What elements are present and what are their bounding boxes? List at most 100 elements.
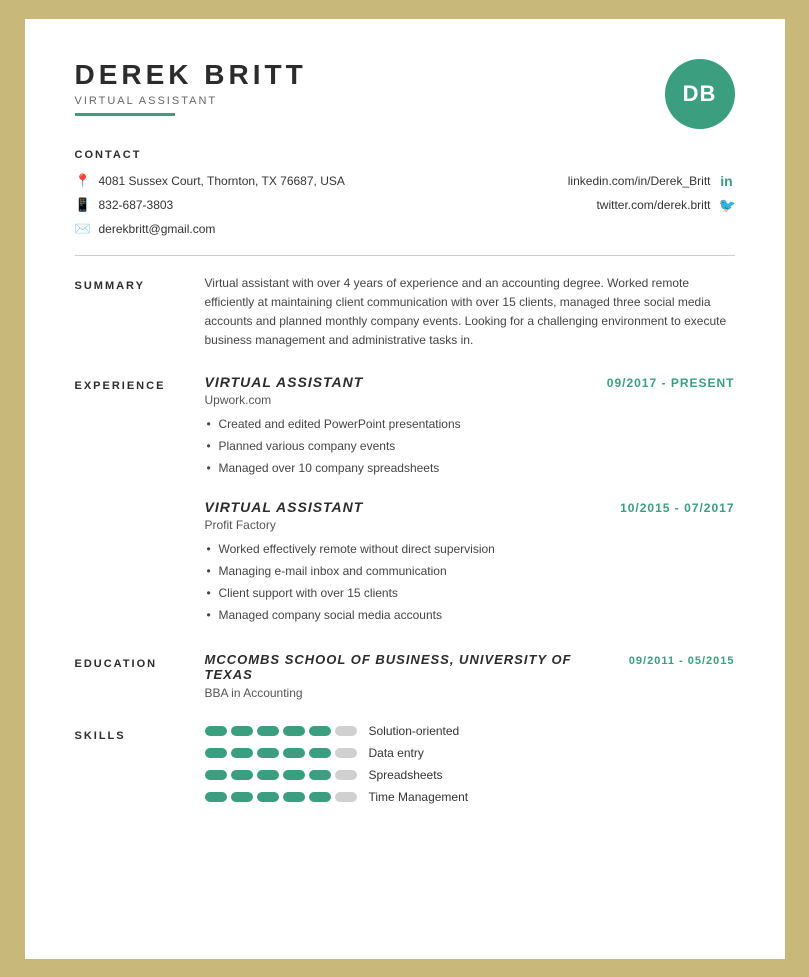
skill-dots-4 bbox=[205, 792, 357, 802]
job-title-1: VIRTUAL ASSISTANT bbox=[205, 374, 364, 390]
resume-header: DEREK BRITT VIRTUAL ASSISTANT DB bbox=[75, 59, 735, 129]
job-block-1: VIRTUAL ASSISTANT 09/2017 - PRESENT Upwo… bbox=[205, 374, 735, 477]
summary-row: SUMMARY Virtual assistant with over 4 ye… bbox=[75, 274, 735, 351]
dot-2-6 bbox=[335, 748, 357, 758]
education-content: MCCOMBS SCHOOL OF BUSINESS, UNIVERSITY O… bbox=[205, 652, 735, 700]
experience-content: VIRTUAL ASSISTANT 09/2017 - PRESENT Upwo… bbox=[205, 374, 735, 628]
bullet-2-2: Managing e-mail inbox and communication bbox=[205, 562, 735, 580]
skill-name-4: Time Management bbox=[369, 790, 469, 804]
dot-3-1 bbox=[205, 770, 227, 780]
job-header-1: VIRTUAL ASSISTANT 09/2017 - PRESENT bbox=[205, 374, 735, 390]
skill-name-3: Spreadsheets bbox=[369, 768, 443, 782]
twitter-text: twitter.com/derek.britt bbox=[596, 198, 710, 212]
job-company-2: Profit Factory bbox=[205, 518, 735, 532]
job-date-2: 10/2015 - 07/2017 bbox=[620, 501, 734, 515]
dot-1-1 bbox=[205, 726, 227, 736]
contact-left: 📍 4081 Sussex Court, Thornton, TX 76687,… bbox=[75, 173, 345, 237]
header-underline bbox=[75, 113, 175, 116]
skill-dots-1 bbox=[205, 726, 357, 736]
dot-4-6 bbox=[335, 792, 357, 802]
bullet-2-4: Managed company social media accounts bbox=[205, 606, 735, 624]
address-text: 4081 Sussex Court, Thornton, TX 76687, U… bbox=[99, 174, 345, 188]
dot-1-4 bbox=[283, 726, 305, 736]
edu-date: 09/2011 - 05/2015 bbox=[629, 655, 735, 667]
job-company-1: Upwork.com bbox=[205, 393, 735, 407]
experience-row: EXPERIENCE VIRTUAL ASSISTANT 09/2017 - P… bbox=[75, 374, 735, 628]
skills-label-col: SKILLS bbox=[75, 724, 185, 812]
dot-1-2 bbox=[231, 726, 253, 736]
dot-4-4 bbox=[283, 792, 305, 802]
skill-name-1: Solution-oriented bbox=[369, 724, 460, 738]
contact-label: CONTACT bbox=[75, 149, 735, 161]
contact-right: linkedin.com/in/Derek_Britt in twitter.c… bbox=[568, 173, 735, 237]
edu-school: MCCOMBS SCHOOL OF BUSINESS, UNIVERSITY O… bbox=[205, 652, 619, 682]
edu-degree: BBA in Accounting bbox=[205, 686, 735, 700]
avatar: DB bbox=[665, 59, 735, 129]
dot-3-4 bbox=[283, 770, 305, 780]
job-date-1: 09/2017 - PRESENT bbox=[607, 376, 735, 390]
job-header-2: VIRTUAL ASSISTANT 10/2015 - 07/2017 bbox=[205, 499, 735, 515]
skills-content: Solution-oriented Data entry bbox=[205, 724, 735, 812]
email-item: ✉️ derekbritt@gmail.com bbox=[75, 221, 345, 237]
email-text: derekbritt@gmail.com bbox=[99, 222, 216, 236]
dot-3-2 bbox=[231, 770, 253, 780]
summary-label-col: SUMMARY bbox=[75, 274, 185, 351]
header-left: DEREK BRITT VIRTUAL ASSISTANT bbox=[75, 59, 307, 116]
location-icon: 📍 bbox=[75, 173, 91, 189]
experience-label: EXPERIENCE bbox=[75, 380, 166, 392]
email-icon: ✉️ bbox=[75, 221, 91, 237]
dot-2-5 bbox=[309, 748, 331, 758]
section-divider bbox=[75, 255, 735, 256]
experience-label-col: EXPERIENCE bbox=[75, 374, 185, 628]
job-bullets-2: Worked effectively remote without direct… bbox=[205, 540, 735, 624]
bullet-1-3: Managed over 10 company spreadsheets bbox=[205, 459, 735, 477]
bullet-2-1: Worked effectively remote without direct… bbox=[205, 540, 735, 558]
resume-container: DEREK BRITT VIRTUAL ASSISTANT DB CONTACT… bbox=[25, 19, 785, 959]
skill-row-4: Time Management bbox=[205, 790, 735, 804]
job-bullets-1: Created and edited PowerPoint presentati… bbox=[205, 415, 735, 477]
phone-icon: 📱 bbox=[75, 197, 91, 213]
phone-text: 832-687-3803 bbox=[99, 198, 174, 212]
dot-1-6 bbox=[335, 726, 357, 736]
skill-dots-2 bbox=[205, 748, 357, 758]
summary-text: Virtual assistant with over 4 years of e… bbox=[205, 274, 735, 351]
twitter-icon: 🐦 bbox=[719, 197, 735, 214]
summary-content: Virtual assistant with over 4 years of e… bbox=[205, 274, 735, 351]
dot-4-1 bbox=[205, 792, 227, 802]
address-item: 📍 4081 Sussex Court, Thornton, TX 76687,… bbox=[75, 173, 345, 189]
phone-item: 📱 832-687-3803 bbox=[75, 197, 345, 213]
education-row: EDUCATION MCCOMBS SCHOOL OF BUSINESS, UN… bbox=[75, 652, 735, 700]
bullet-1-1: Created and edited PowerPoint presentati… bbox=[205, 415, 735, 433]
job-title-header: VIRTUAL ASSISTANT bbox=[75, 95, 307, 107]
skill-dots-3 bbox=[205, 770, 357, 780]
edu-header: MCCOMBS SCHOOL OF BUSINESS, UNIVERSITY O… bbox=[205, 652, 735, 682]
dot-4-3 bbox=[257, 792, 279, 802]
summary-label: SUMMARY bbox=[75, 280, 145, 292]
linkedin-item: linkedin.com/in/Derek_Britt in bbox=[568, 173, 735, 189]
dot-4-5 bbox=[309, 792, 331, 802]
dot-3-5 bbox=[309, 770, 331, 780]
education-label-col: EDUCATION bbox=[75, 652, 185, 700]
skill-row-1: Solution-oriented bbox=[205, 724, 735, 738]
bullet-2-3: Client support with over 15 clients bbox=[205, 584, 735, 602]
dot-2-4 bbox=[283, 748, 305, 758]
skill-name-2: Data entry bbox=[369, 746, 424, 760]
skills-label: SKILLS bbox=[75, 730, 126, 742]
skill-row-3: Spreadsheets bbox=[205, 768, 735, 782]
dot-1-3 bbox=[257, 726, 279, 736]
education-label: EDUCATION bbox=[75, 658, 158, 670]
dot-3-3 bbox=[257, 770, 279, 780]
dot-3-6 bbox=[335, 770, 357, 780]
skill-row-2: Data entry bbox=[205, 746, 735, 760]
dot-2-1 bbox=[205, 748, 227, 758]
contact-grid: 📍 4081 Sussex Court, Thornton, TX 76687,… bbox=[75, 173, 735, 237]
full-name: DEREK BRITT bbox=[75, 59, 307, 91]
job-title-2: VIRTUAL ASSISTANT bbox=[205, 499, 364, 515]
contact-section: CONTACT 📍 4081 Sussex Court, Thornton, T… bbox=[75, 149, 735, 237]
dot-4-2 bbox=[231, 792, 253, 802]
dot-1-5 bbox=[309, 726, 331, 736]
job-block-2: VIRTUAL ASSISTANT 10/2015 - 07/2017 Prof… bbox=[205, 499, 735, 624]
dot-2-2 bbox=[231, 748, 253, 758]
skills-row: SKILLS Solution-oriented bbox=[75, 724, 735, 812]
linkedin-icon: in bbox=[719, 173, 735, 189]
